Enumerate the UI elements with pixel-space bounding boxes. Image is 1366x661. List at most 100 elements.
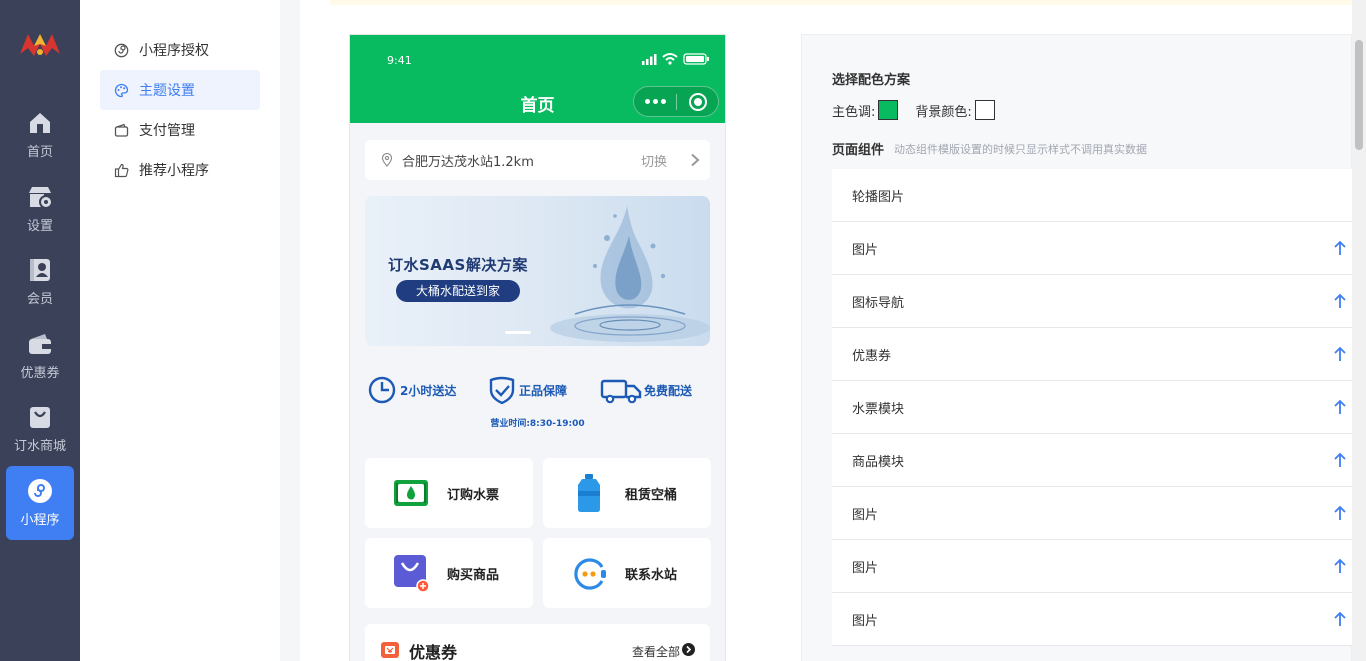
capsule-divider bbox=[676, 94, 677, 110]
color-row: 主色调: 背景颜色: bbox=[832, 100, 1012, 120]
location-pin-icon bbox=[381, 153, 393, 167]
location-switch[interactable]: 切换 bbox=[641, 151, 667, 170]
component-label: 优惠券 bbox=[852, 348, 892, 364]
color-scheme-title: 选择配色方案 bbox=[832, 73, 911, 88]
feature-label: 正品保障 bbox=[519, 383, 568, 398]
tile-buy-water-ticket[interactable]: 订购水票 bbox=[365, 458, 533, 528]
component-list-item[interactable]: 图片 bbox=[832, 540, 1353, 593]
rail-item-coupon[interactable]: 优惠券 bbox=[6, 323, 74, 389]
feature-label: 2小时送达 bbox=[400, 383, 457, 398]
component-list-item[interactable]: 图片 bbox=[832, 487, 1353, 540]
rail-item-label: 首页 bbox=[26, 145, 53, 160]
component-list-item[interactable]: 图片 bbox=[832, 222, 1353, 275]
shop-bag-icon bbox=[30, 407, 50, 428]
rail-item-miniprogram[interactable]: 小程序 bbox=[6, 466, 74, 540]
component-label: 图片 bbox=[852, 613, 879, 629]
notice-strip bbox=[330, 0, 1352, 5]
page-scrollbar[interactable] bbox=[1352, 0, 1366, 661]
move-up-arrow-icon[interactable] bbox=[1333, 558, 1347, 574]
more-options-icon[interactable] bbox=[634, 87, 676, 116]
water-ticket-icon bbox=[394, 480, 428, 506]
subnav-item-label: 主题设置 bbox=[139, 83, 195, 99]
tile-label: 订购水票 bbox=[447, 487, 500, 503]
home-icon bbox=[30, 113, 50, 133]
component-label: 商品模块 bbox=[852, 454, 905, 470]
rail-item-member[interactable]: 会员 bbox=[6, 249, 74, 315]
move-up-arrow-icon[interactable] bbox=[1333, 505, 1347, 521]
water-splash-icon bbox=[550, 206, 710, 342]
banner-carousel[interactable]: 订水SAAS解决方案 大桶水配送到家 bbox=[365, 196, 710, 346]
components-hint: 动态组件模版设置的时候只显示样式不调用真实数据 bbox=[894, 142, 1148, 156]
move-up-arrow-icon[interactable] bbox=[1333, 240, 1347, 256]
banner-title: 订水SAAS解决方案 bbox=[388, 256, 528, 274]
theme-settings-panel: 选择配色方案 主色调: 背景颜色: 页面组件 动态组件模版设置的时候只显示样式不… bbox=[801, 34, 1353, 661]
chevron-right-icon bbox=[691, 153, 700, 167]
rail-item-label: 优惠券 bbox=[20, 366, 60, 381]
tile-buy-goods[interactable]: 购买商品 bbox=[365, 538, 533, 608]
main-panel: 9:41 首页 合肥万达茂水站1.2km 切换 订水SAAS解决方案 大桶水配送… bbox=[300, 0, 1353, 661]
customer-service-icon bbox=[574, 558, 606, 590]
water-bucket-icon bbox=[578, 474, 600, 512]
main-sidebar: 首页 设置 会员 优惠券 订水商城 小程序 bbox=[0, 0, 80, 661]
coupon-section-header: 优惠券 查看全部 bbox=[365, 624, 710, 661]
rail-item-home[interactable]: 首页 bbox=[6, 102, 74, 168]
rail-item-shop[interactable]: 订水商城 bbox=[6, 396, 74, 462]
main-color-label: 主色调: bbox=[832, 104, 876, 120]
move-up-arrow-icon[interactable] bbox=[1333, 293, 1347, 309]
component-label: 轮播图片 bbox=[852, 189, 905, 205]
rail-item-label: 小程序 bbox=[20, 513, 60, 528]
tile-contact-station[interactable]: 联系水站 bbox=[543, 538, 711, 608]
location-bar[interactable]: 合肥万达茂水站1.2km 切换 bbox=[365, 140, 710, 180]
component-label: 图片 bbox=[852, 560, 879, 576]
subnav-item-authorize[interactable]: 小程序授权 bbox=[100, 30, 260, 70]
component-list-item[interactable]: 商品模块 bbox=[832, 434, 1353, 487]
components-label: 页面组件 bbox=[832, 143, 885, 158]
move-up-arrow-icon[interactable] bbox=[1333, 611, 1347, 627]
component-list-item[interactable]: 轮播图片 bbox=[832, 169, 1353, 222]
component-list-item[interactable]: 图标导航 bbox=[832, 275, 1353, 328]
phone-preview: 9:41 首页 合肥万达茂水站1.2km 切换 订水SAAS解决方案 大桶水配送… bbox=[349, 34, 726, 661]
rail-item-label: 设置 bbox=[26, 219, 53, 234]
move-up-arrow-icon[interactable] bbox=[1333, 346, 1347, 362]
scrollbar-thumb[interactable] bbox=[1355, 40, 1363, 150]
component-label: 图片 bbox=[852, 242, 879, 258]
component-label: 图片 bbox=[852, 507, 879, 523]
tile-label: 购买商品 bbox=[447, 567, 500, 583]
rail-item-label: 订水商城 bbox=[13, 439, 66, 454]
component-list-item[interactable]: 图片 bbox=[832, 593, 1353, 646]
authorize-icon bbox=[114, 43, 129, 57]
subnav-item-label: 推荐小程序 bbox=[139, 163, 209, 179]
move-up-arrow-icon[interactable] bbox=[1333, 399, 1347, 415]
feature-label: 免费配送 bbox=[644, 383, 693, 398]
mini-program-icon bbox=[28, 479, 52, 503]
component-label: 水票模块 bbox=[852, 401, 905, 417]
bg-color-swatch[interactable] bbox=[974, 100, 995, 120]
sub-navigation: 小程序授权 主题设置 支付管理 推荐小程序 bbox=[80, 0, 280, 661]
payment-icon bbox=[114, 123, 129, 137]
member-icon bbox=[30, 259, 50, 281]
feature-genuine: 正品保障 bbox=[487, 375, 567, 405]
move-up-arrow-icon[interactable] bbox=[1333, 452, 1347, 468]
store-settings-icon bbox=[29, 187, 53, 209]
shield-check-icon bbox=[489, 376, 515, 404]
mini-program-capsule bbox=[633, 86, 719, 117]
rail-item-settings[interactable]: 设置 bbox=[6, 176, 74, 242]
brand-logo-icon bbox=[20, 34, 60, 56]
feature-free-shipping: 免费配送 bbox=[600, 375, 692, 405]
subnav-item-recommend[interactable]: 推荐小程序 bbox=[100, 150, 260, 190]
banner-subtitle: 大桶水配送到家 bbox=[396, 280, 520, 302]
coupon-icon bbox=[381, 642, 399, 658]
feature-fast-delivery: 2小时送达 bbox=[368, 375, 456, 405]
subnav-item-label: 小程序授权 bbox=[139, 43, 209, 59]
subnav-item-payment[interactable]: 支付管理 bbox=[100, 110, 260, 150]
main-color-swatch[interactable] bbox=[878, 100, 899, 120]
component-list-item[interactable]: 水票模块 bbox=[832, 381, 1353, 434]
component-list-item[interactable]: 优惠券 bbox=[832, 328, 1353, 381]
component-label: 图标导航 bbox=[852, 295, 905, 311]
tile-rent-bucket[interactable]: 租赁空桶 bbox=[543, 458, 711, 528]
capsule-close-icon[interactable] bbox=[689, 93, 707, 111]
view-all-link[interactable]: 查看全部 bbox=[632, 643, 680, 660]
phone-header: 9:41 首页 bbox=[350, 35, 725, 123]
subnav-item-theme[interactable]: 主题设置 bbox=[100, 70, 260, 110]
bg-color-label: 背景颜色: bbox=[915, 104, 972, 120]
